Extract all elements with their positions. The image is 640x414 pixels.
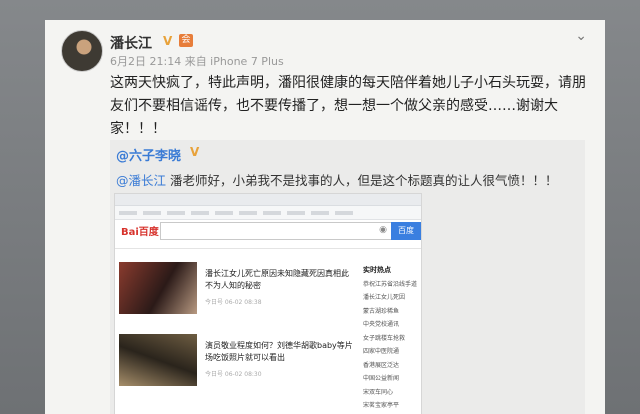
hot-topic-item: 恭祝江苏省沿线手道 [363, 280, 418, 288]
browser-tab-bar [115, 194, 421, 206]
news-thumbnail [119, 334, 197, 386]
search-button: 百度 [391, 222, 421, 240]
verified-icon: V [190, 145, 200, 159]
chevron-down-icon[interactable]: ⌄ [575, 28, 587, 44]
post-text: 这两天快疯了，特此声明，潘阳很健康的每天陪伴着她儿子小石头玩耍，请朋友们不要相信… [110, 75, 586, 137]
browser-bookmarks-bar [115, 206, 421, 220]
hot-topic-item: 中国公益新闻 [363, 375, 400, 382]
repost-block: @六子李晓 V @潘长江 潘老师好，小弟我不是找事的人，但是这个标题真的让人很气… [110, 140, 585, 414]
news-title: 演员敬业程度如何？刘德华胡歌baby等片场吃饭照片就可以看出 [205, 341, 353, 362]
news-title: 潘长江女儿死亡原因未知隐藏死因真相此不为人知的秘密 [205, 269, 349, 290]
news-source: 今日号 06-02 08:30 [205, 371, 262, 378]
hot-topics-sidebar: 实时热点 恭祝江苏省沿线手道 潘长江女儿死因 蒙古湖珍稀鱼 中央党校通讯 女子跳… [363, 264, 419, 413]
avatar[interactable] [61, 30, 103, 72]
hot-topic-item: 宋双车同心 [363, 388, 394, 396]
news-source: 今日号 06-02 08:38 [205, 299, 262, 306]
mention-link[interactable]: @潘长江 [116, 173, 166, 188]
author-name[interactable]: 潘长江 [110, 33, 152, 53]
hot-topic-item: 潘长江女儿死因 [363, 294, 406, 301]
hot-topic-item: 香港展区泛达 [363, 361, 400, 369]
hot-topic-item: 四家中医院通 [363, 348, 400, 355]
repost-body: 潘老师好，小弟我不是找事的人，但是这个标题真的让人很气愤！！！ [166, 173, 558, 188]
repost-text: @潘长江 潘老师好，小弟我不是找事的人，但是这个标题真的让人很气愤！！！ [116, 170, 576, 189]
hot-topic-item: 宋茗宝家亭平 [363, 402, 400, 409]
verified-icon: V [163, 34, 173, 48]
hot-topic-item: 女子跳楼车抢救 [363, 334, 406, 342]
search-icon: ◉ [379, 225, 387, 235]
hot-topic-item: 中央党校通讯 [363, 321, 400, 328]
hot-topics-heading: 实时热点 [363, 266, 391, 274]
member-badge-icon: 会 [179, 34, 193, 47]
weibo-post-card: 潘长江 V 会 6月2日 21:14 来自 iPhone 7 Plus ⌄ 这两… [45, 20, 605, 414]
divider [115, 248, 421, 249]
photo-background: 潘长江 V 会 6月2日 21:14 来自 iPhone 7 Plus ⌄ 这两… [0, 0, 640, 414]
baidu-logo: Bai百度 [121, 227, 159, 238]
repost-user[interactable]: @六子李晓 [116, 145, 181, 164]
embedded-screenshot[interactable]: Bai百度 ◉ 百度 潘长江女儿死亡原因未知隐藏死因真相此不为人知的秘密 今日号… [114, 193, 422, 414]
news-thumbnail [119, 262, 197, 314]
hot-topic-item: 蒙古湖珍稀鱼 [363, 307, 400, 315]
post-meta: 6月2日 21:14 来自 iPhone 7 Plus [110, 55, 284, 68]
search-input: ◉ [160, 222, 392, 240]
